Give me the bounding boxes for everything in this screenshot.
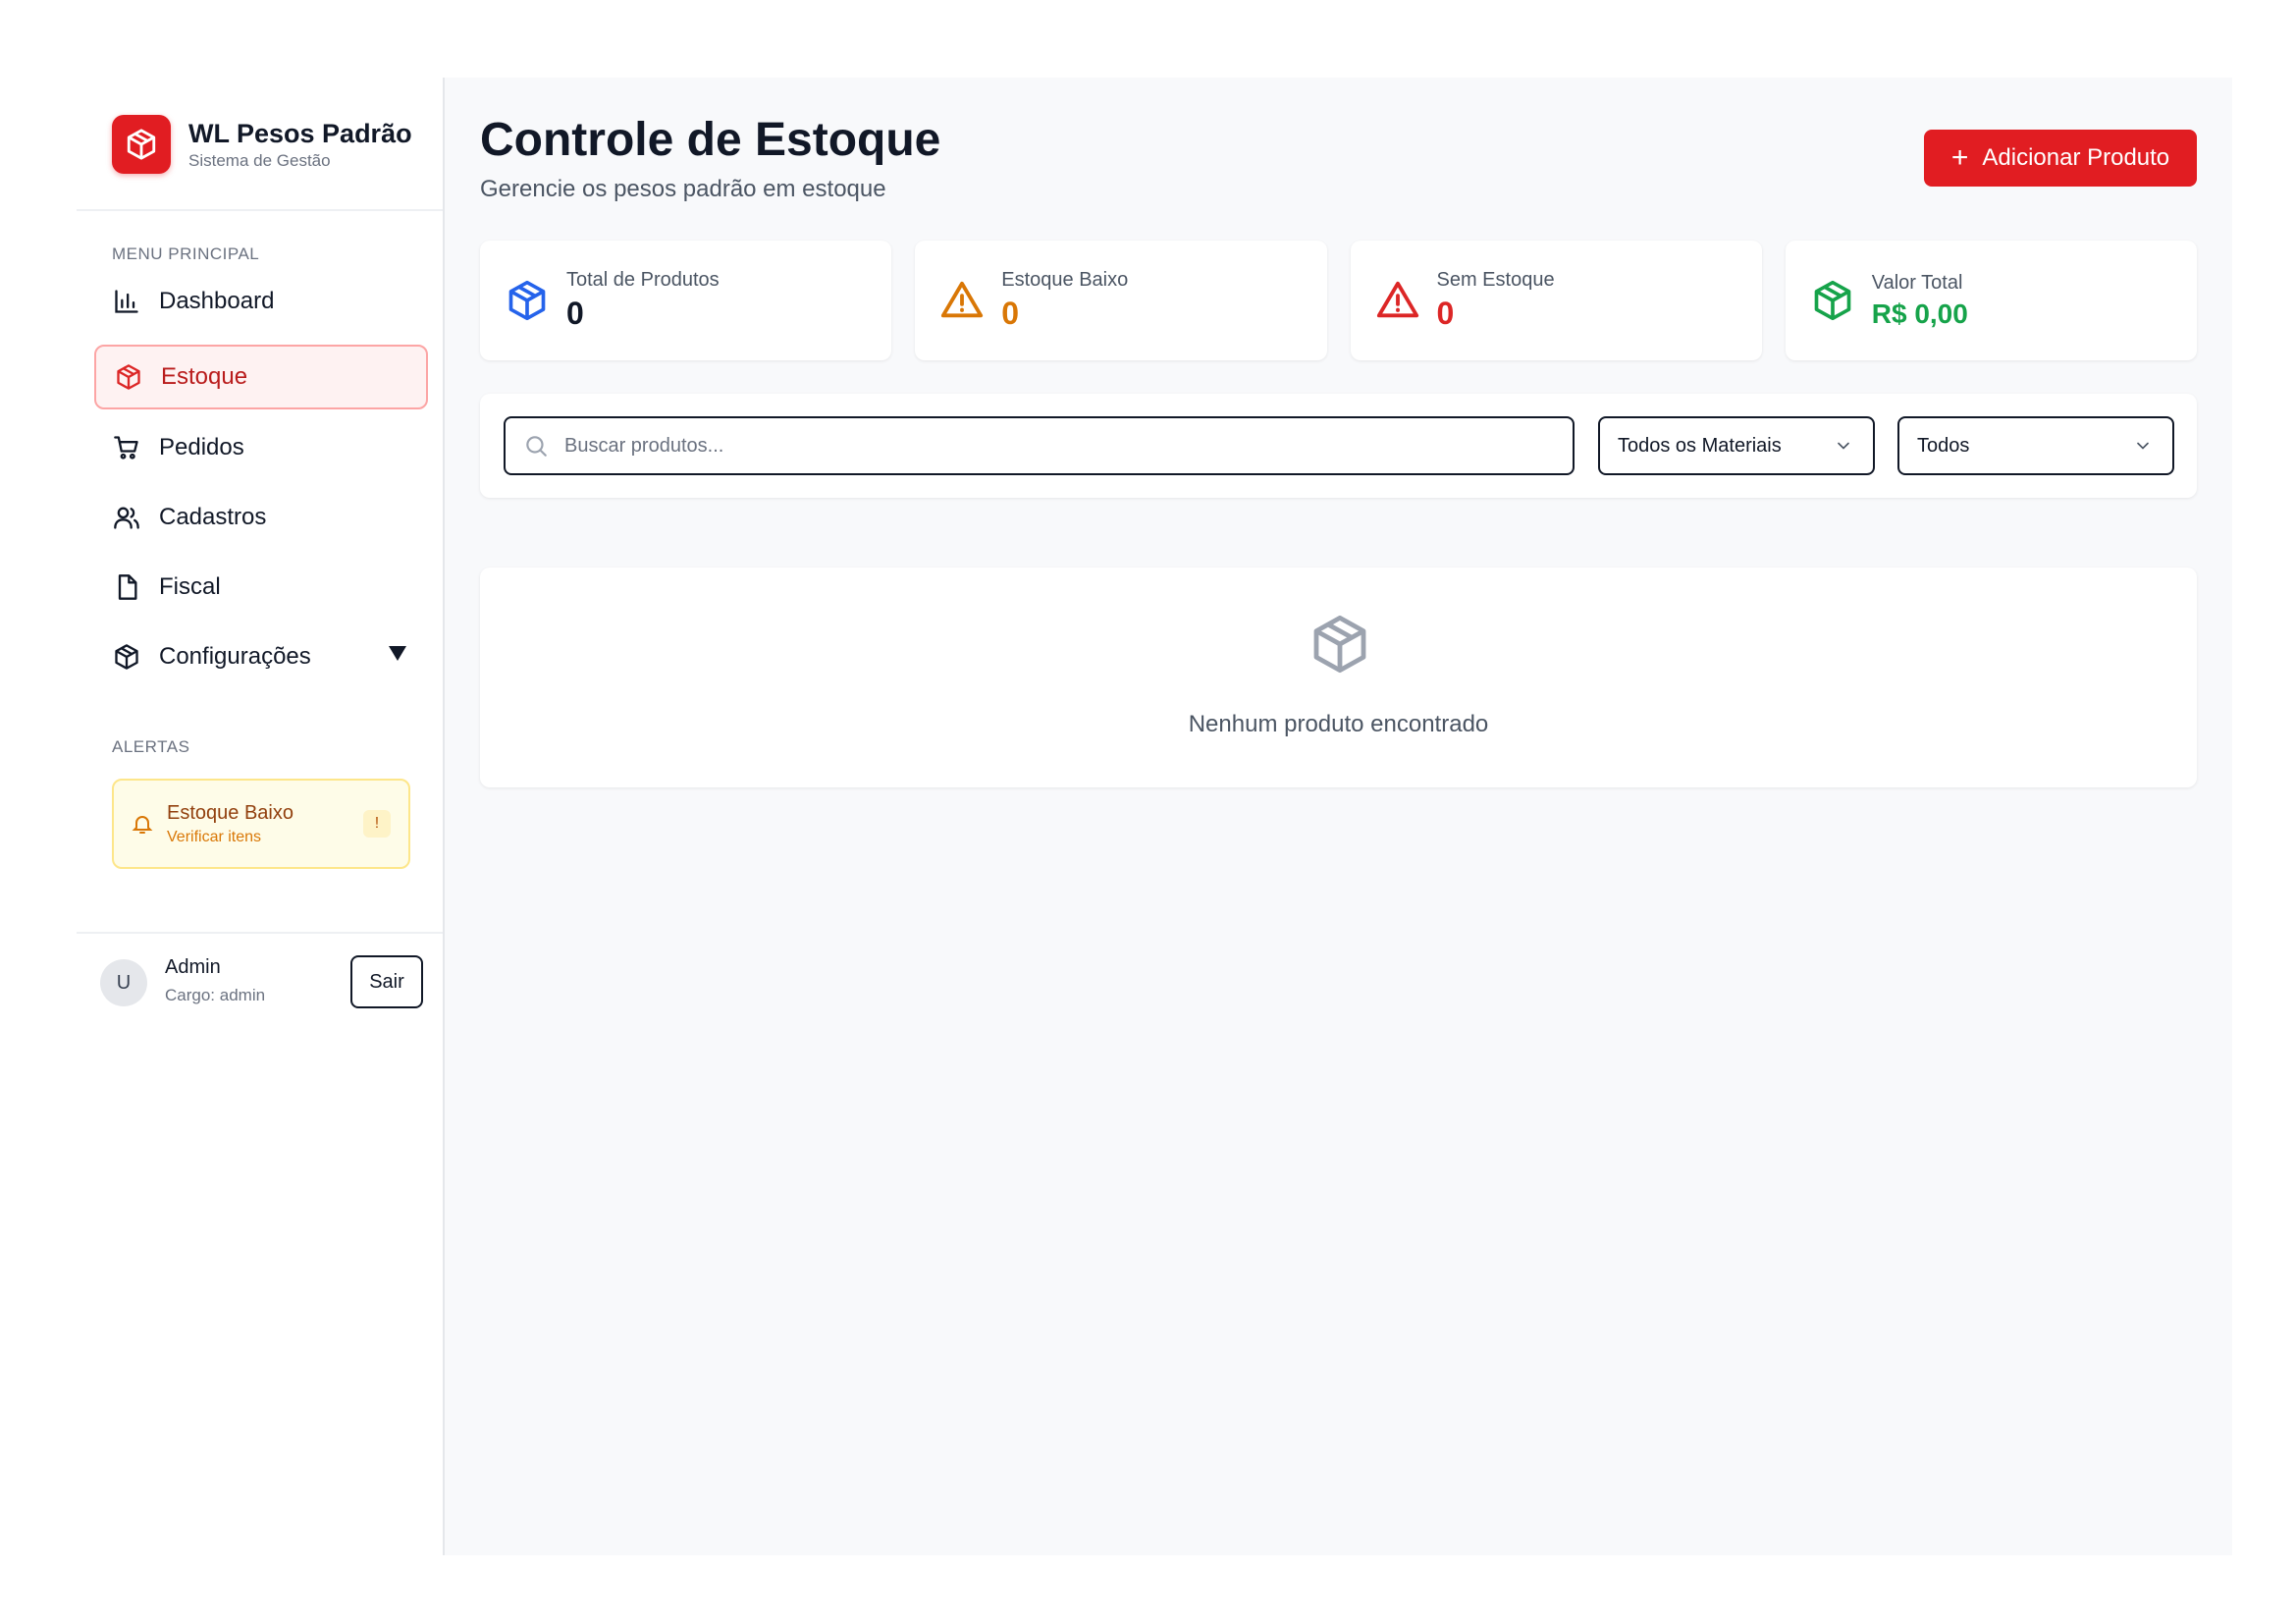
stat-label: Sem Estoque	[1436, 269, 1555, 291]
sidebar-item-label: Fiscal	[159, 573, 221, 600]
stat-label: Estoque Baixo	[1001, 269, 1129, 291]
status-select-value: Todos	[1917, 434, 1970, 457]
sidebar-item-label: Dashboard	[159, 288, 275, 314]
user-name: Admin	[165, 956, 221, 978]
brand-name: WL Pesos Padrão	[188, 119, 412, 148]
box-icon	[112, 115, 171, 174]
material-select-value: Todos os Materiais	[1618, 434, 1782, 457]
empty-message: Nenhum produto encontrado	[1188, 711, 1489, 737]
bell-icon	[130, 811, 155, 837]
caret-down-icon[interactable]	[389, 646, 406, 661]
divider	[77, 932, 443, 934]
sidebar-item-pedidos[interactable]: Pedidos	[94, 415, 428, 480]
box-icon	[1809, 277, 1856, 324]
plus-icon: +	[1950, 141, 1969, 174]
app-shell: WL Pesos Padrão Sistema de Gestão MENU P…	[77, 78, 2232, 1555]
bar-chart-icon	[112, 287, 141, 316]
add-product-button[interactable]: + Adicionar Produto	[1924, 130, 2197, 187]
empty-state: Nenhum produto encontrado	[480, 568, 2197, 787]
cart-icon	[112, 433, 141, 462]
user-role: Cargo: admin	[165, 986, 266, 1004]
sidebar-item-label: Configurações	[159, 643, 311, 670]
sidebar-item-dashboard[interactable]: Dashboard	[94, 269, 428, 334]
alert-badge: !	[363, 810, 391, 838]
alerts-section-label: ALERTAS	[112, 737, 190, 756]
divider	[77, 209, 443, 211]
menu-section-label: MENU PRINCIPAL	[112, 244, 260, 263]
logout-button[interactable]: Sair	[350, 955, 423, 1008]
stat-card-out-of-stock: Sem Estoque 0	[1350, 241, 1762, 360]
page-subtitle: Gerencie os pesos padrão em estoque	[480, 176, 886, 202]
users-icon	[112, 503, 141, 532]
stat-value: R$ 0,00	[1871, 298, 1968, 329]
alert-subtitle: Verificar itens	[167, 828, 262, 845]
sidebar: WL Pesos Padrão Sistema de Gestão MENU P…	[77, 78, 445, 1555]
box-icon	[114, 362, 143, 392]
search-input[interactable]	[564, 434, 1526, 458]
warning-icon	[938, 277, 986, 324]
sidebar-item-configuracoes[interactable]: Configurações	[94, 624, 428, 689]
status-select[interactable]: Todos	[1897, 416, 2174, 475]
sidebar-item-fiscal[interactable]: Fiscal	[94, 555, 428, 620]
sidebar-item-label: Cadastros	[159, 504, 267, 530]
warning-icon	[1374, 277, 1421, 324]
sidebar-item-estoque[interactable]: Estoque	[94, 345, 428, 409]
brand: WL Pesos Padrão Sistema de Gestão	[112, 115, 412, 174]
stat-card-total: Total de Produtos 0	[480, 241, 892, 360]
page-title: Controle de Estoque	[480, 114, 941, 166]
box-icon	[112, 642, 141, 672]
stats-row: Total de Produtos 0 Estoque Baixo 0 Sem …	[480, 241, 2197, 360]
stat-card-total-value: Valor Total R$ 0,00	[1785, 241, 2197, 360]
material-select[interactable]: Todos os Materiais	[1598, 416, 1875, 475]
alert-title: Estoque Baixo	[167, 801, 294, 824]
chevron-down-icon	[1838, 442, 1849, 450]
brand-subtitle: Sistema de Gestão	[188, 151, 331, 170]
stat-label: Total de Produtos	[566, 269, 720, 291]
main-content: Controle de Estoque Gerencie os pesos pa…	[445, 78, 2232, 1555]
sidebar-item-cadastros[interactable]: Cadastros	[94, 485, 428, 550]
stat-value: 0	[1436, 296, 1455, 331]
avatar: U	[100, 959, 147, 1006]
box-icon	[504, 277, 551, 324]
stat-card-low-stock: Estoque Baixo 0	[915, 241, 1327, 360]
search-box	[504, 416, 1575, 475]
low-stock-alert[interactable]: Estoque Baixo Verificar itens !	[112, 779, 410, 869]
search-icon	[526, 436, 547, 457]
stat-value: 0	[566, 296, 584, 331]
sidebar-item-label: Estoque	[161, 363, 248, 390]
box-icon	[1313, 615, 1366, 674]
chevron-down-icon	[2137, 442, 2149, 450]
stat-value: 0	[1001, 296, 1020, 331]
filter-bar: Todos os Materiais Todos	[480, 394, 2197, 498]
sidebar-item-label: Pedidos	[159, 434, 244, 460]
document-icon	[112, 572, 141, 602]
stat-label: Valor Total	[1871, 271, 1963, 294]
add-product-label: Adicionar Produto	[1982, 144, 2170, 171]
